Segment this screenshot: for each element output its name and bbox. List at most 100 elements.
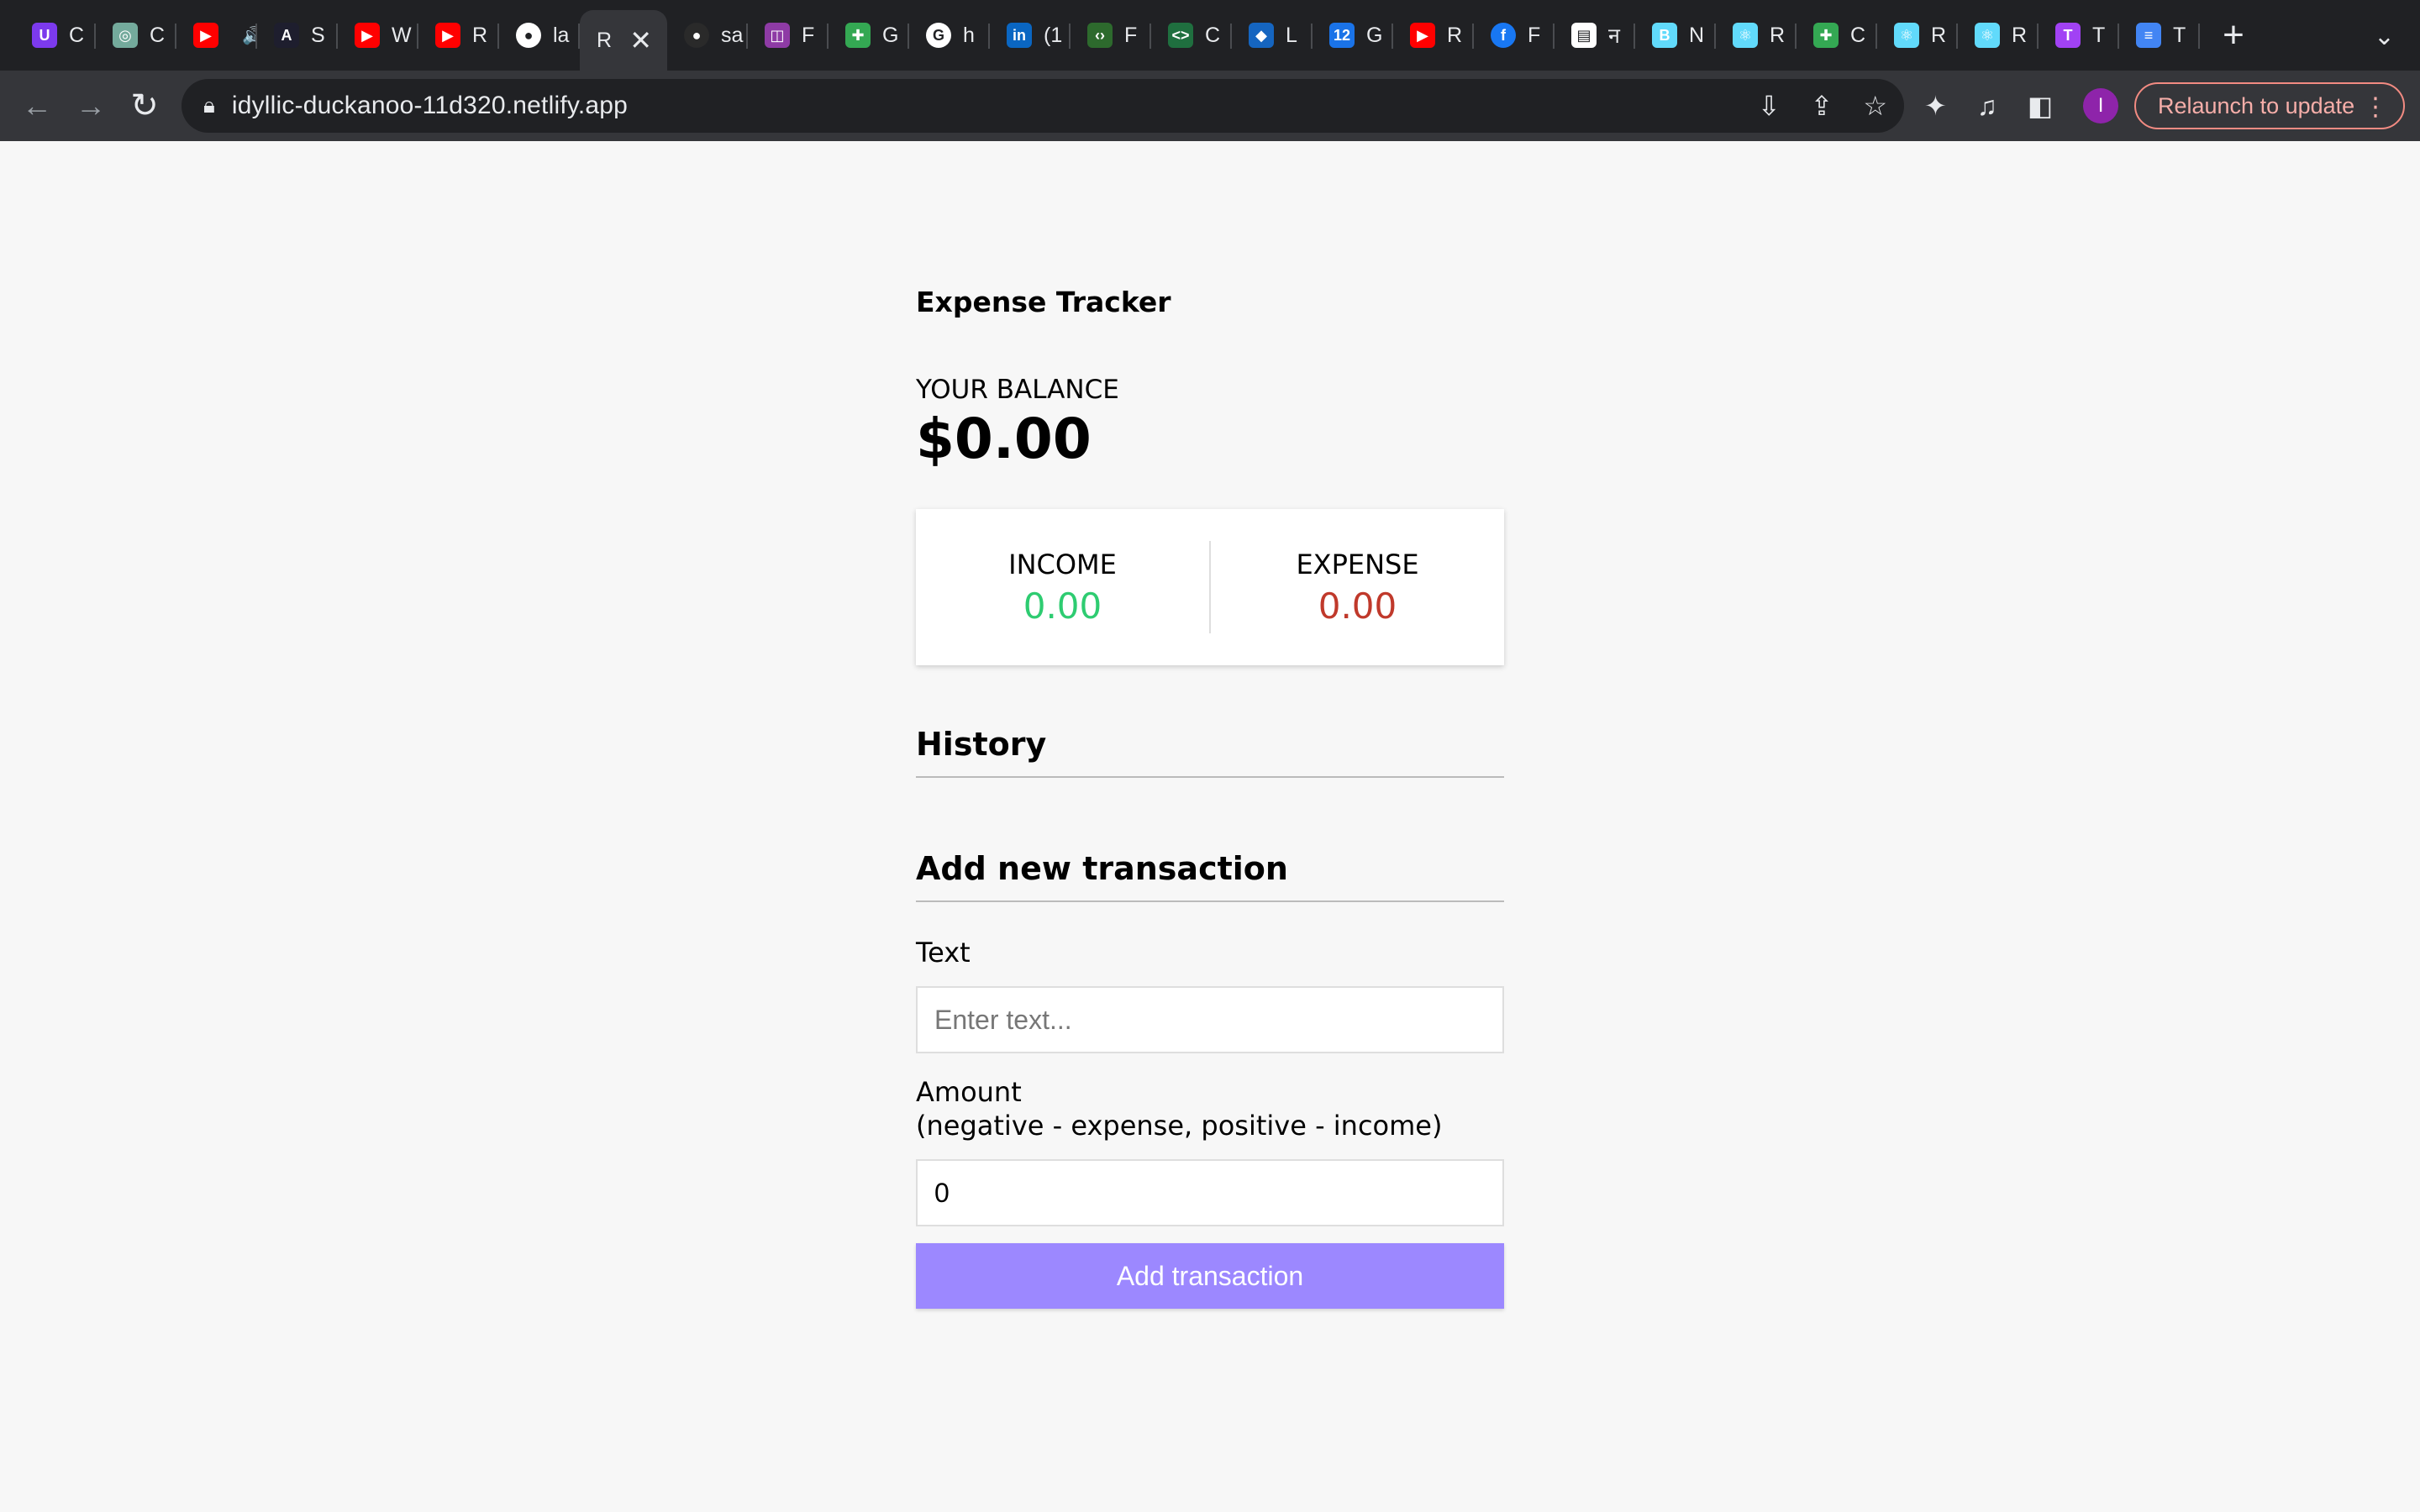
browser-tabstrip: U C ◎ C ▶ 🔊 A S ▶ W ▶ R ● la R ✕ ● sa ◫ F ✚ G Gh in (1 ‹› F <> C ◆ L 12… — [0, 0, 2420, 71]
reload-icon[interactable]: ↻ — [118, 79, 171, 133]
income-value: 0.00 — [1023, 585, 1102, 627]
youtube-icon: ▶ — [1410, 23, 1435, 48]
tab-title: F — [1528, 23, 1541, 47]
shield-u-icon: U — [32, 23, 57, 48]
browser-tab[interactable]: in (1 — [990, 0, 1071, 71]
browser-tab[interactable]: ✚ G — [829, 0, 909, 71]
browser-tab[interactable]: R ✕ — [580, 10, 667, 71]
browser-tab[interactable]: ◆ L — [1232, 0, 1313, 71]
amount-label-hint: (negative - expense, positive - income) — [916, 1110, 1443, 1142]
react-icon: ⚛ — [1975, 23, 2000, 48]
browser-tab[interactable]: ⚛ R — [1877, 0, 1958, 71]
calendar-icon: 12 — [1329, 23, 1355, 48]
forward-arrow-icon[interactable]: → — [64, 79, 118, 133]
browser-tab[interactable]: Gh — [909, 0, 990, 71]
relaunch-button[interactable]: Relaunch to update ⋮ — [2134, 82, 2405, 129]
income-column: INCOME 0.00 — [916, 541, 1211, 633]
media-controls-icon[interactable]: ♫ — [1977, 91, 1997, 122]
amount-label: Amount (negative - expense, positive - i… — [916, 1075, 1504, 1142]
lock-icon[interactable]: 🔒︎ — [203, 92, 215, 119]
tab-title: W — [392, 23, 412, 47]
url-text[interactable]: idyllic-duckanoo-11d320.netlify.app — [232, 92, 628, 120]
browser-tab[interactable]: ≡ T — [2119, 0, 2200, 71]
browser-tab[interactable]: ⚛ R — [1958, 0, 2039, 71]
browser-tab[interactable]: ✚ C — [1797, 0, 1877, 71]
tab-title: C — [1850, 23, 1866, 47]
audio-playing-icon[interactable]: 🔊 — [242, 25, 257, 46]
browser-tab[interactable]: ‹› F — [1071, 0, 1151, 71]
browser-tab[interactable]: ◫ F — [748, 0, 829, 71]
youtube-icon: ▶ — [435, 23, 460, 48]
tab-title: न — [1608, 24, 1620, 48]
docs-icon: ≡ — [2136, 23, 2161, 48]
menu-dots-icon[interactable]: ⋮ — [2363, 92, 2388, 122]
github-icon: ● — [516, 23, 541, 48]
text-label: Text — [916, 937, 971, 969]
back-arrow-icon[interactable]: ← — [10, 79, 64, 133]
browser-tab[interactable]: 12 G — [1313, 0, 1393, 71]
share-icon[interactable]: ⇪ — [1811, 90, 1833, 122]
new-tab-button[interactable]: + — [2200, 0, 2267, 71]
browser-tab[interactable]: fF — [1474, 0, 1555, 71]
tab-title: L — [1286, 23, 1297, 47]
tab-title: F — [802, 23, 815, 47]
text-input[interactable] — [916, 986, 1504, 1053]
tab-title: R — [472, 23, 488, 47]
browser-tab[interactable]: UC — [15, 0, 96, 71]
amount-label-title: Amount — [916, 1076, 1022, 1108]
transaction-form: Text Amount (negative - expense, positiv… — [916, 936, 1504, 1309]
browser-tab[interactable]: ▶ W — [338, 0, 418, 71]
app-title: Expense Tracker — [916, 286, 1171, 318]
chatgpt-icon: ◎ — [113, 23, 138, 48]
history-heading: History — [916, 726, 1504, 778]
facebook-icon: f — [1491, 23, 1516, 48]
news-icon: ▤ — [1571, 23, 1597, 48]
relaunch-label: Relaunch to update — [2158, 92, 2355, 118]
balance-value: $0.00 — [916, 407, 1092, 471]
browser-tab[interactable]: AS — [257, 0, 338, 71]
tab-title: T — [2092, 23, 2106, 47]
expense-tracker-app: Expense Tracker YOUR BALANCE $0.00 INCOM… — [916, 286, 1504, 1309]
browser-tab[interactable]: ⚛ R — [1716, 0, 1797, 71]
tab-title: T — [2173, 23, 2186, 47]
tab-title: R — [1931, 23, 1947, 47]
browser-toolbar: ← → ↻ 🔒︎ idyllic-duckanoo-11d320.netlify… — [0, 71, 2420, 141]
expense-label: EXPENSE — [1296, 548, 1419, 580]
extensions-puzzle-icon[interactable]: ✦ — [1924, 90, 1947, 122]
diamond-icon: ◆ — [1249, 23, 1274, 48]
browser-tab[interactable]: TT — [2039, 0, 2119, 71]
code-arrows-icon: ‹› — [1087, 23, 1113, 48]
tab-title: R — [2012, 23, 2028, 47]
figma-plugin-icon: ◫ — [765, 23, 790, 48]
address-bar[interactable]: 🔒︎ idyllic-duckanoo-11d320.netlify.app ⇩… — [182, 79, 1904, 133]
browser-tab[interactable]: ▶ R — [418, 0, 499, 71]
browser-tab[interactable]: ● sa — [667, 0, 748, 71]
browser-tab[interactable]: ▶ 🔊 — [176, 0, 257, 71]
tab-title: C — [1205, 23, 1221, 47]
income-expense-card: INCOME 0.00 EXPENSE 0.00 — [916, 509, 1504, 665]
browser-tab[interactable]: <> C — [1151, 0, 1232, 71]
profile-avatar[interactable]: I — [2083, 88, 2119, 123]
amount-input[interactable] — [916, 1159, 1504, 1226]
tab-title: F — [1124, 23, 1138, 47]
browser-tab[interactable]: ▶ R — [1393, 0, 1474, 71]
browser-tab[interactable]: ● la — [499, 0, 580, 71]
github-dark-icon: ● — [684, 23, 709, 48]
t-icon: T — [2055, 23, 2081, 48]
linkedin-icon: in — [1007, 23, 1032, 48]
tab-title: G — [882, 23, 899, 47]
tab-title: sa — [721, 23, 744, 47]
bookmark-star-icon[interactable]: ☆ — [1863, 90, 1887, 122]
tab-title: N — [1689, 23, 1705, 47]
code-icon: <> — [1168, 23, 1193, 48]
close-tab-icon[interactable]: ✕ — [629, 24, 652, 56]
side-panel-icon[interactable]: ◧ — [2028, 90, 2053, 122]
add-transaction-button[interactable]: Add transaction — [916, 1243, 1504, 1309]
browser-tab[interactable]: ◎ C — [96, 0, 176, 71]
tab-search-chevron-icon[interactable]: ⌄ — [2374, 22, 2395, 51]
browser-tab[interactable]: BN — [1635, 0, 1716, 71]
add-transaction-heading: Add new transaction — [916, 850, 1504, 902]
youtube-icon: ▶ — [193, 23, 218, 48]
install-app-icon[interactable]: ⇩ — [1758, 90, 1781, 122]
browser-tab[interactable]: ▤ न — [1555, 0, 1635, 71]
